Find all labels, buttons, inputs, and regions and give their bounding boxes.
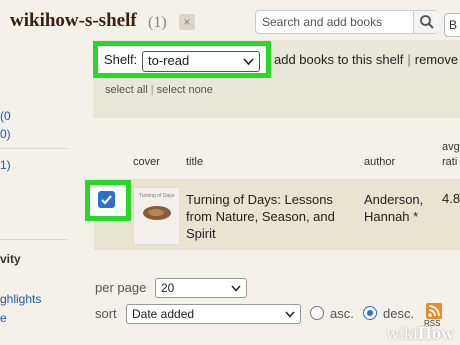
select-links: select all | select none xyxy=(105,84,213,96)
column-header-avg[interactable]: avg xyxy=(442,141,460,153)
search-button[interactable] xyxy=(413,11,439,33)
cover-art-detail xyxy=(148,209,164,216)
column-header-rating[interactable]: rati xyxy=(442,156,457,168)
row-checkbox[interactable] xyxy=(98,191,115,208)
sidebar-heading-activity: vity xyxy=(0,252,21,266)
rss-icon[interactable] xyxy=(426,303,442,319)
sort-label: sort xyxy=(95,306,117,321)
shelf-count: (1) xyxy=(148,14,167,31)
remove-books-link[interactable]: remove b xyxy=(415,52,460,67)
sort-select[interactable]: Date added xyxy=(126,304,301,324)
sort-asc-radio[interactable] xyxy=(310,306,324,320)
book-avg-rating: 4.8 xyxy=(442,191,460,206)
select-all-link[interactable]: select all xyxy=(105,84,148,96)
shelf-label: Shelf: xyxy=(104,52,138,67)
per-page-value: 20 xyxy=(161,281,175,295)
sidebar-divider xyxy=(0,148,68,149)
sidebar-item-highlights[interactable]: ghlights xyxy=(0,292,41,306)
sort-desc-radio[interactable] xyxy=(363,306,377,320)
chevron-down-icon xyxy=(285,311,295,318)
column-header-title[interactable]: title xyxy=(186,156,203,168)
close-icon[interactable]: × xyxy=(179,14,195,30)
chevron-down-icon xyxy=(231,285,241,292)
sort-desc-label: desc. xyxy=(383,306,415,321)
watermark-prefix: wiki xyxy=(386,323,419,343)
shelf-title: wikihow-s-shelf xyxy=(10,10,137,31)
select-none-link[interactable]: select none xyxy=(157,84,213,96)
sidebar-item-currently-reading[interactable]: 0) xyxy=(0,127,11,141)
per-page-select[interactable]: 20 xyxy=(155,278,247,298)
book-title-link[interactable]: Turning of Days: Lessons from Nature, Se… xyxy=(186,191,360,242)
column-header-author[interactable]: author xyxy=(364,156,395,168)
sort-asc-label: asc. xyxy=(330,306,354,321)
shelf-select-value: to-read xyxy=(148,53,190,68)
sidebar-item-to-read[interactable]: 1) xyxy=(0,158,11,172)
chevron-down-icon xyxy=(243,58,254,66)
sidebar-item-read[interactable]: (0 xyxy=(0,109,11,123)
toolbar-links: add books to this shelf|remove b xyxy=(274,52,460,67)
book-author-link[interactable]: Anderson, Hannah * xyxy=(364,191,434,225)
cover-text: Turning of Days xyxy=(139,193,175,199)
check-icon xyxy=(101,195,112,205)
per-page-label: per page xyxy=(95,280,147,295)
browse-tab[interactable]: B xyxy=(444,13,460,37)
add-books-link[interactable]: add books to this shelf xyxy=(274,52,403,67)
watermark-suffix: How xyxy=(418,323,455,343)
sidebar-divider xyxy=(0,239,68,240)
wikihow-watermark: wikiHow xyxy=(386,323,454,344)
sort-value: Date added xyxy=(132,307,195,321)
search-icon xyxy=(420,15,434,29)
sidebar-item-more[interactable]: e xyxy=(0,311,7,325)
book-cover[interactable]: Turning of Days xyxy=(133,187,180,245)
rss-glyph xyxy=(428,305,440,317)
shelf-select[interactable]: to-read xyxy=(142,51,260,72)
column-header-cover[interactable]: cover xyxy=(133,156,160,168)
search-input[interactable]: Search and add books xyxy=(255,10,438,34)
